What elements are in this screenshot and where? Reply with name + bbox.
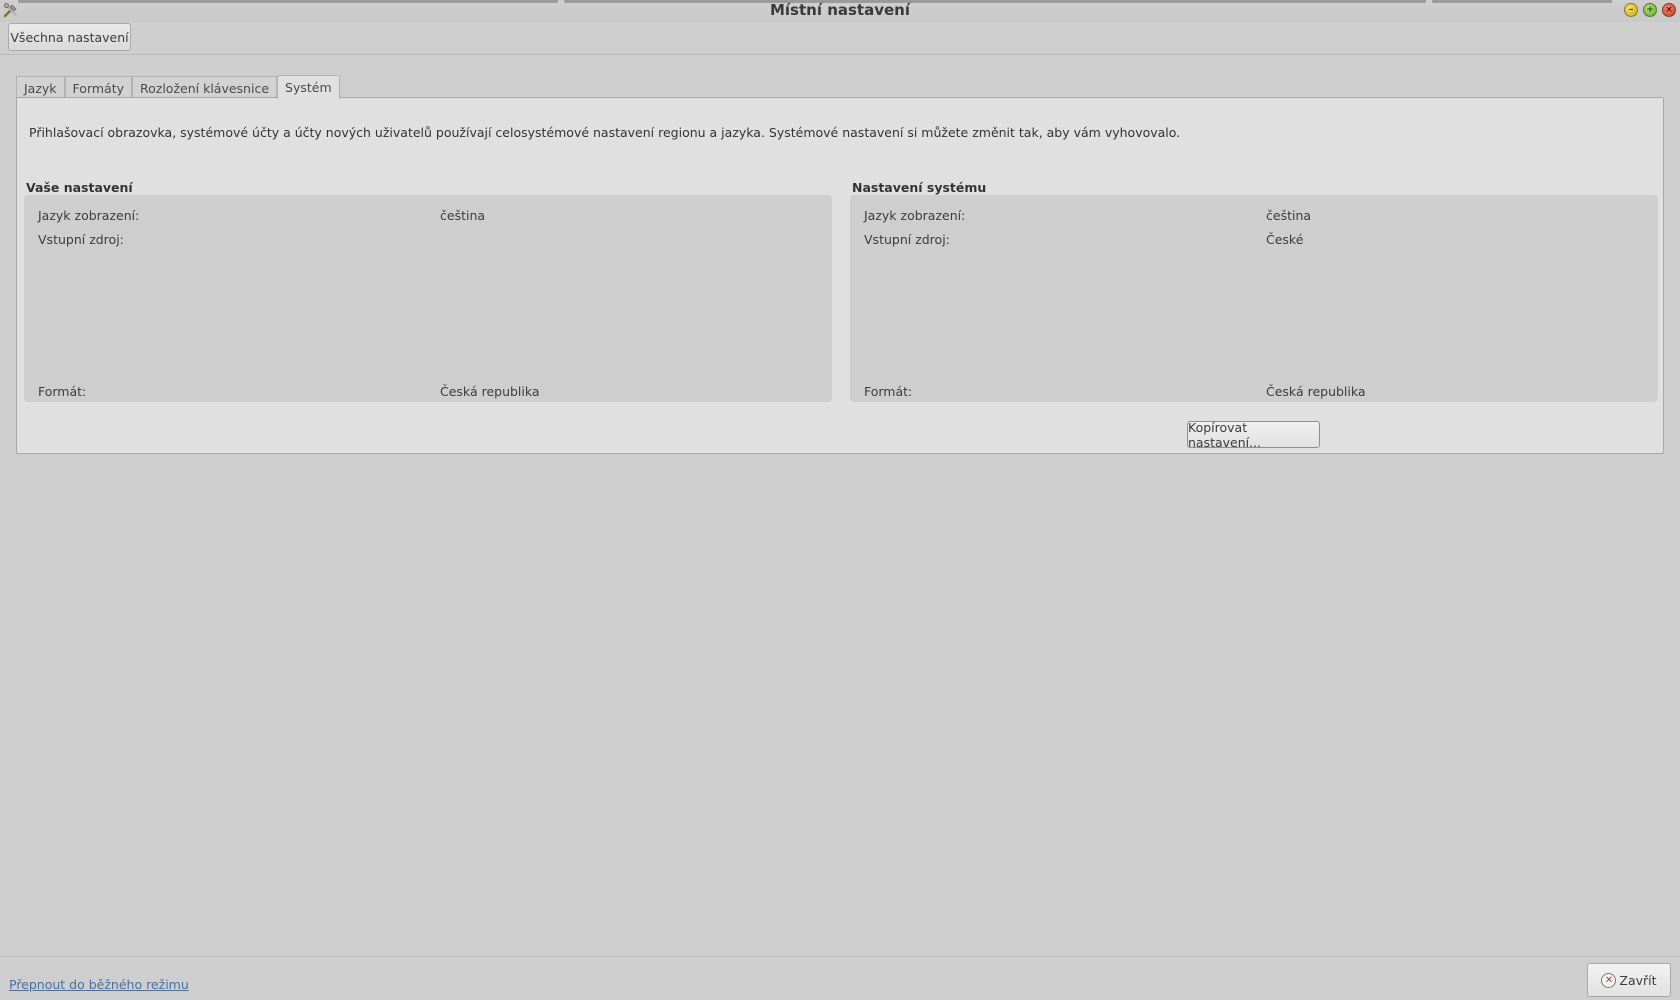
bottom-bar: Přepnout do běžného režimu ✕ Zavřít — [0, 956, 1680, 1000]
minimize-button[interactable]: – — [1624, 3, 1638, 17]
system-input-source-label: Vstupní zdroj: — [864, 232, 950, 247]
maximize-button[interactable]: + — [1643, 3, 1657, 17]
system-display-language-value: čeština — [1266, 208, 1312, 223]
intro-text: Přihlašovací obrazovka, systémové účty a… — [29, 125, 1181, 140]
window-title: Místní nastavení — [769, 1, 910, 19]
close-window-button[interactable]: × — [1662, 3, 1676, 17]
your-settings-title: Vaše nastavení — [26, 180, 133, 195]
all-settings-button[interactable]: Všechna nastavení — [8, 23, 131, 51]
minimize-icon: – — [1628, 5, 1634, 15]
tab-keyboard-layout[interactable]: Rozložení klávesnice — [132, 76, 278, 99]
your-settings-box: Jazyk zobrazení: čeština Vstupní zdroj: … — [24, 195, 832, 402]
close-button-label: Zavřít — [1619, 972, 1657, 988]
system-tab-panel: Přihlašovací obrazovka, systémové účty a… — [16, 97, 1664, 454]
system-display-language-label: Jazyk zobrazení: — [864, 208, 966, 223]
system-settings-title: Nastavení systému — [852, 180, 987, 195]
switch-mode-link[interactable]: Přepnout do běžného režimu — [9, 977, 189, 992]
your-display-language-value: čeština — [440, 208, 486, 223]
your-display-language-label: Jazyk zobrazení: — [38, 208, 140, 223]
tab-bar: Jazyk Formáty Rozložení klávesnice Systé… — [16, 75, 340, 99]
close-icon: ✕ — [1601, 972, 1617, 988]
your-format-label: Formát: — [38, 384, 87, 399]
tab-formats[interactable]: Formáty — [64, 76, 132, 99]
maximize-icon: + — [1646, 5, 1654, 15]
system-format-label: Formát: — [864, 384, 913, 399]
toolbar: Všechna nastavení — [0, 22, 1680, 55]
your-input-source-label: Vstupní zdroj: — [38, 232, 124, 247]
close-window-icon: × — [1665, 5, 1673, 15]
your-format-value: Česká republika — [440, 384, 540, 399]
tab-language[interactable]: Jazyk — [16, 76, 65, 99]
system-input-source-value: České — [1266, 232, 1304, 247]
system-settings-box: Jazyk zobrazení: čeština Vstupní zdroj: … — [850, 195, 1658, 402]
title-bar: Místní nastavení – + × — [0, 0, 1680, 22]
copy-settings-button[interactable]: Kopírovat nastavení... — [1187, 420, 1320, 450]
tab-system[interactable]: Systém — [277, 75, 340, 99]
system-format-value: Česká republika — [1266, 384, 1366, 399]
close-button[interactable]: ✕ Zavřít — [1587, 963, 1671, 997]
